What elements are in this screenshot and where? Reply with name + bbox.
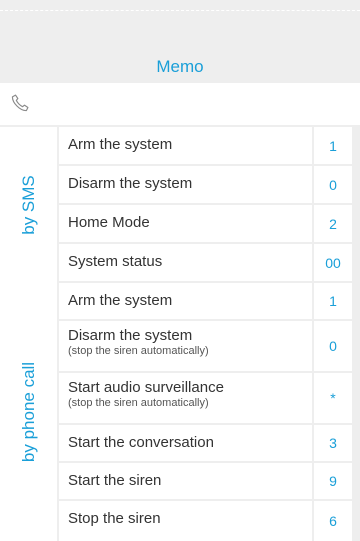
command-code: 9 — [312, 463, 352, 499]
command-text: Stop the siren — [68, 510, 161, 527]
table-row: Start the conversation 3 — [59, 425, 352, 461]
command-note: (stop the siren automatically) — [68, 345, 209, 357]
command-code: 0 — [312, 166, 352, 203]
table-row: Disarm the system 0 — [59, 166, 352, 203]
page-title: Memo — [156, 57, 204, 76]
command-text: Arm the system — [68, 292, 173, 309]
command-text: Disarm the system — [68, 175, 193, 192]
command-code: 2 — [312, 205, 352, 242]
group-label-sms: by SMS — [0, 127, 57, 283]
sms-group: by SMS Arm the system 1 Disarm the syste… — [0, 127, 352, 283]
table-row: Start the siren 9 — [59, 463, 352, 499]
command-code: * — [312, 373, 352, 423]
table-row: Arm the system 1 — [59, 283, 352, 319]
command-code: 6 — [312, 501, 352, 541]
command-text: Start the siren — [68, 472, 162, 489]
command-text: Start the conversation — [68, 434, 214, 451]
group-label-phone-call: by phone call — [0, 283, 57, 541]
command-text: Disarm the system (stop the siren automa… — [68, 327, 209, 357]
command-code: 00 — [312, 244, 352, 281]
command-text: Home Mode — [68, 214, 150, 231]
command-code: 3 — [312, 425, 352, 461]
command-text: Arm the system — [68, 136, 173, 153]
table-row: Start audio surveillance (stop the siren… — [59, 373, 352, 423]
command-code: 0 — [312, 321, 352, 371]
table-row: System status 00 — [59, 244, 352, 281]
command-text: System status — [68, 253, 163, 270]
command-text: Start audio surveillance (stop the siren… — [68, 379, 224, 409]
table-row: Arm the system 1 — [59, 127, 352, 164]
top-divider — [0, 10, 360, 11]
command-note: (stop the siren automatically) — [68, 397, 209, 409]
command-code: 1 — [312, 127, 352, 164]
table-row: Disarm the system (stop the siren automa… — [59, 321, 352, 371]
table-row: Home Mode 2 — [59, 205, 352, 242]
phone-header — [0, 83, 360, 125]
command-code: 1 — [312, 283, 352, 319]
group-label-text: by phone call — [18, 361, 38, 463]
group-label-text: by SMS — [18, 175, 38, 235]
phone-icon — [11, 94, 29, 112]
table-row: Stop the siren 6 — [59, 501, 352, 541]
phone-call-group: by phone call Arm the system 1 Disarm th… — [0, 283, 352, 541]
